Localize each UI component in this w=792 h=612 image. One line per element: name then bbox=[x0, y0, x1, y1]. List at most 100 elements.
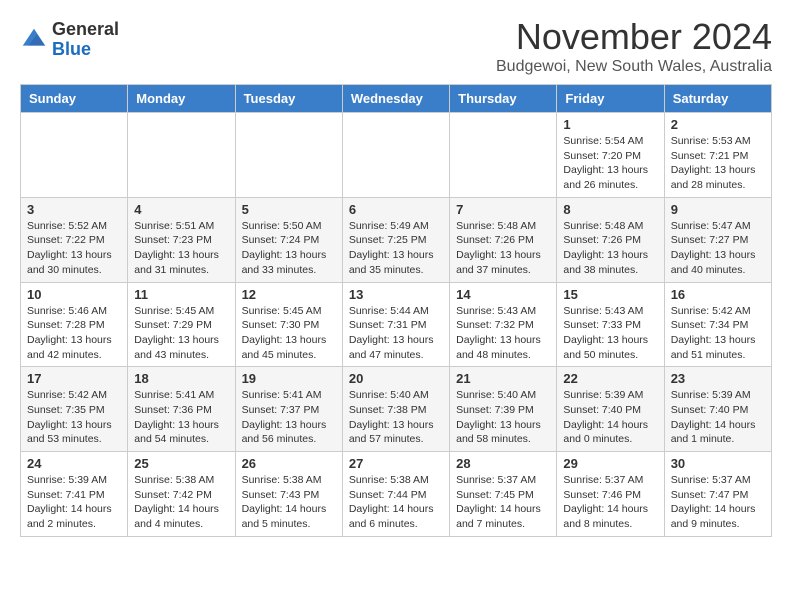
calendar-header-wednesday: Wednesday bbox=[342, 85, 449, 113]
day-number: 30 bbox=[671, 456, 765, 471]
day-number: 14 bbox=[456, 287, 550, 302]
calendar-cell: 3 Sunrise: 5:52 AMSunset: 7:22 PMDaylight… bbox=[21, 197, 128, 282]
day-number: 17 bbox=[27, 371, 121, 386]
calendar-cell bbox=[342, 113, 449, 198]
day-number: 28 bbox=[456, 456, 550, 471]
calendar-header-tuesday: Tuesday bbox=[235, 85, 342, 113]
day-info: Sunrise: 5:41 AMSunset: 7:36 PMDaylight:… bbox=[134, 388, 228, 447]
day-number: 12 bbox=[242, 287, 336, 302]
day-number: 18 bbox=[134, 371, 228, 386]
day-info: Sunrise: 5:41 AMSunset: 7:37 PMDaylight:… bbox=[242, 388, 336, 447]
calendar-cell: 2 Sunrise: 5:53 AMSunset: 7:21 PMDaylight… bbox=[664, 113, 771, 198]
calendar-week-row: 10 Sunrise: 5:46 AMSunset: 7:28 PMDayligh… bbox=[21, 282, 772, 367]
logo-general: General bbox=[52, 19, 119, 39]
day-number: 4 bbox=[134, 202, 228, 217]
day-info: Sunrise: 5:43 AMSunset: 7:33 PMDaylight:… bbox=[563, 304, 657, 363]
calendar-cell: 5 Sunrise: 5:50 AMSunset: 7:24 PMDaylight… bbox=[235, 197, 342, 282]
day-info: Sunrise: 5:48 AMSunset: 7:26 PMDaylight:… bbox=[563, 219, 657, 278]
day-info: Sunrise: 5:42 AMSunset: 7:34 PMDaylight:… bbox=[671, 304, 765, 363]
day-info: Sunrise: 5:50 AMSunset: 7:24 PMDaylight:… bbox=[242, 219, 336, 278]
calendar-week-row: 17Sunrise: 5:42 AMSunset: 7:35 PMDayligh… bbox=[21, 367, 772, 452]
day-number: 21 bbox=[456, 371, 550, 386]
day-info: Sunrise: 5:40 AMSunset: 7:38 PMDaylight:… bbox=[349, 388, 443, 447]
day-info: Sunrise: 5:53 AMSunset: 7:21 PMDaylight:… bbox=[671, 134, 765, 193]
day-number: 8 bbox=[563, 202, 657, 217]
calendar-header-sunday: Sunday bbox=[21, 85, 128, 113]
calendar-week-row: 1 Sunrise: 5:54 AMSunset: 7:20 PMDaylight… bbox=[21, 113, 772, 198]
month-title: November 2024 bbox=[496, 16, 772, 58]
day-number: 5 bbox=[242, 202, 336, 217]
day-info: Sunrise: 5:37 AMSunset: 7:47 PMDaylight:… bbox=[671, 473, 765, 532]
day-info: Sunrise: 5:39 AMSunset: 7:40 PMDaylight:… bbox=[563, 388, 657, 447]
calendar-cell: 4 Sunrise: 5:51 AMSunset: 7:23 PMDaylight… bbox=[128, 197, 235, 282]
day-number: 6 bbox=[349, 202, 443, 217]
calendar-week-row: 3 Sunrise: 5:52 AMSunset: 7:22 PMDaylight… bbox=[21, 197, 772, 282]
day-info: Sunrise: 5:40 AMSunset: 7:39 PMDaylight:… bbox=[456, 388, 550, 447]
day-info: Sunrise: 5:44 AMSunset: 7:31 PMDaylight:… bbox=[349, 304, 443, 363]
logo: General Blue bbox=[20, 20, 119, 60]
day-info: Sunrise: 5:39 AMSunset: 7:40 PMDaylight:… bbox=[671, 388, 765, 447]
calendar-cell: 10 Sunrise: 5:46 AMSunset: 7:28 PMDayligh… bbox=[21, 282, 128, 367]
calendar-cell: 7Sunrise: 5:48 AMSunset: 7:26 PMDaylight… bbox=[450, 197, 557, 282]
calendar-cell: 21 Sunrise: 5:40 AMSunset: 7:39 PMDayligh… bbox=[450, 367, 557, 452]
day-info: Sunrise: 5:38 AMSunset: 7:43 PMDaylight:… bbox=[242, 473, 336, 532]
day-info: Sunrise: 5:46 AMSunset: 7:28 PMDaylight:… bbox=[27, 304, 121, 363]
calendar-header-row: SundayMondayTuesdayWednesdayThursdayFrid… bbox=[21, 85, 772, 113]
day-number: 2 bbox=[671, 117, 765, 132]
day-number: 19 bbox=[242, 371, 336, 386]
day-number: 25 bbox=[134, 456, 228, 471]
calendar-week-row: 24Sunrise: 5:39 AMSunset: 7:41 PMDayligh… bbox=[21, 452, 772, 537]
day-number: 27 bbox=[349, 456, 443, 471]
location-subtitle: Budgewoi, New South Wales, Australia bbox=[496, 58, 772, 76]
day-number: 16 bbox=[671, 287, 765, 302]
day-number: 9 bbox=[671, 202, 765, 217]
day-number: 13 bbox=[349, 287, 443, 302]
day-number: 1 bbox=[563, 117, 657, 132]
day-info: Sunrise: 5:43 AMSunset: 7:32 PMDaylight:… bbox=[456, 304, 550, 363]
calendar-cell: 20 Sunrise: 5:40 AMSunset: 7:38 PMDayligh… bbox=[342, 367, 449, 452]
day-number: 23 bbox=[671, 371, 765, 386]
calendar-header-thursday: Thursday bbox=[450, 85, 557, 113]
calendar-cell: 27 Sunrise: 5:38 AMSunset: 7:44 PMDayligh… bbox=[342, 452, 449, 537]
calendar-cell: 15 Sunrise: 5:43 AMSunset: 7:33 PMDayligh… bbox=[557, 282, 664, 367]
calendar-cell: 19 Sunrise: 5:41 AMSunset: 7:37 PMDayligh… bbox=[235, 367, 342, 452]
calendar-table: SundayMondayTuesdayWednesdayThursdayFrid… bbox=[20, 84, 772, 537]
day-info: Sunrise: 5:51 AMSunset: 7:23 PMDaylight:… bbox=[134, 219, 228, 278]
calendar-cell bbox=[450, 113, 557, 198]
calendar-cell: 28Sunrise: 5:37 AMSunset: 7:45 PMDayligh… bbox=[450, 452, 557, 537]
day-number: 3 bbox=[27, 202, 121, 217]
day-number: 29 bbox=[563, 456, 657, 471]
calendar-cell: 14 Sunrise: 5:43 AMSunset: 7:32 PMDayligh… bbox=[450, 282, 557, 367]
day-info: Sunrise: 5:52 AMSunset: 7:22 PMDaylight:… bbox=[27, 219, 121, 278]
calendar-header-friday: Friday bbox=[557, 85, 664, 113]
day-number: 20 bbox=[349, 371, 443, 386]
day-info: Sunrise: 5:45 AMSunset: 7:30 PMDaylight:… bbox=[242, 304, 336, 363]
calendar-cell: 26Sunrise: 5:38 AMSunset: 7:43 PMDayligh… bbox=[235, 452, 342, 537]
calendar-cell: 24Sunrise: 5:39 AMSunset: 7:41 PMDayligh… bbox=[21, 452, 128, 537]
calendar-cell: 1 Sunrise: 5:54 AMSunset: 7:20 PMDaylight… bbox=[557, 113, 664, 198]
calendar-cell bbox=[128, 113, 235, 198]
page-header: General Blue November 2024 Budgewoi, New… bbox=[20, 16, 772, 76]
day-info: Sunrise: 5:38 AMSunset: 7:44 PMDaylight:… bbox=[349, 473, 443, 532]
day-info: Sunrise: 5:38 AMSunset: 7:42 PMDaylight:… bbox=[134, 473, 228, 532]
day-info: Sunrise: 5:47 AMSunset: 7:27 PMDaylight:… bbox=[671, 219, 765, 278]
day-info: Sunrise: 5:49 AMSunset: 7:25 PMDaylight:… bbox=[349, 219, 443, 278]
day-info: Sunrise: 5:45 AMSunset: 7:29 PMDaylight:… bbox=[134, 304, 228, 363]
calendar-cell: 12 Sunrise: 5:45 AMSunset: 7:30 PMDayligh… bbox=[235, 282, 342, 367]
logo-icon bbox=[20, 26, 48, 54]
title-block: November 2024 Budgewoi, New South Wales,… bbox=[496, 16, 772, 76]
logo-blue: Blue bbox=[52, 39, 91, 59]
day-number: 7 bbox=[456, 202, 550, 217]
day-number: 11 bbox=[134, 287, 228, 302]
calendar-cell: 16 Sunrise: 5:42 AMSunset: 7:34 PMDayligh… bbox=[664, 282, 771, 367]
calendar-cell bbox=[21, 113, 128, 198]
calendar-cell bbox=[235, 113, 342, 198]
day-info: Sunrise: 5:39 AMSunset: 7:41 PMDaylight:… bbox=[27, 473, 121, 532]
calendar-cell: 17Sunrise: 5:42 AMSunset: 7:35 PMDayligh… bbox=[21, 367, 128, 452]
day-number: 15 bbox=[563, 287, 657, 302]
calendar-cell: 29Sunrise: 5:37 AMSunset: 7:46 PMDayligh… bbox=[557, 452, 664, 537]
day-info: Sunrise: 5:54 AMSunset: 7:20 PMDaylight:… bbox=[563, 134, 657, 193]
calendar-cell: 18 Sunrise: 5:41 AMSunset: 7:36 PMDayligh… bbox=[128, 367, 235, 452]
logo-text: General Blue bbox=[52, 20, 119, 60]
day-number: 10 bbox=[27, 287, 121, 302]
